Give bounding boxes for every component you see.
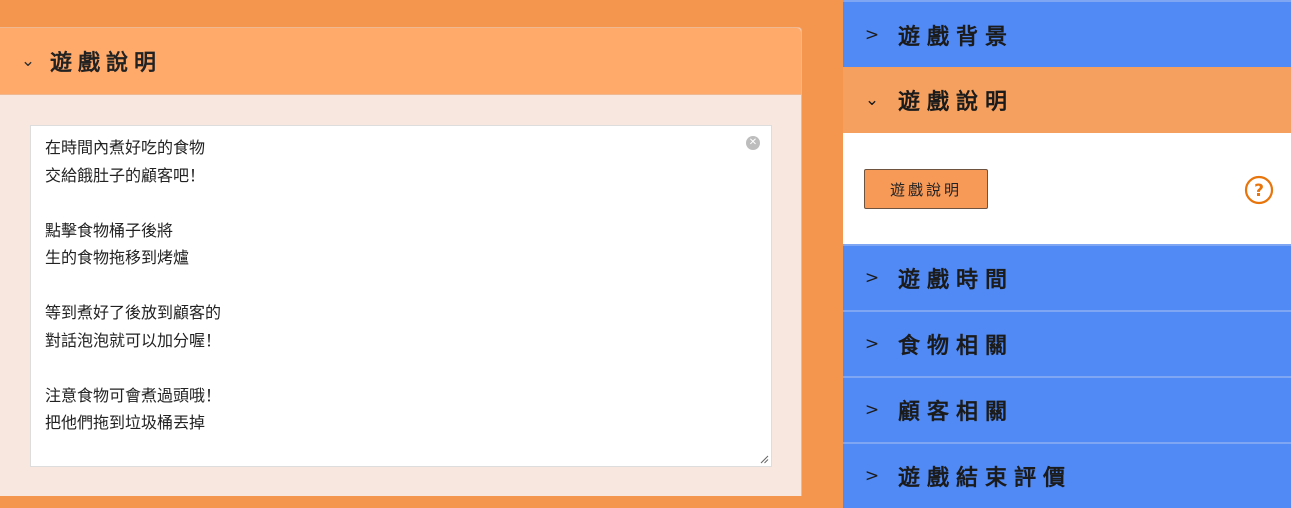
question-circle-icon[interactable]: ? <box>1244 175 1274 205</box>
chevron-down-icon: ⌄ <box>20 51 36 71</box>
textarea-value: 在時間內煮好吃的食物 交給餓肚子的顧客吧！ 點擊食物桶子後將 生的食物拖移到烤爐… <box>45 138 222 432</box>
sidebar-item-background[interactable]: > 遊戲背景 <box>843 0 1291 67</box>
sidebar-item-label: 遊戲時間 <box>898 268 1015 293</box>
instructions-textarea[interactable]: 在時間內煮好吃的食物 交給餓肚子的顧客吧！ 點擊食物桶子後將 生的食物拖移到烤爐… <box>30 125 772 467</box>
sidebar-item-customers[interactable]: > 顧客相關 <box>843 376 1291 442</box>
chevron-right-icon: > <box>864 268 880 288</box>
chevron-right-icon: > <box>864 24 880 45</box>
panel-header[interactable]: ⌄ 遊戲說明 <box>0 28 801 95</box>
svg-text:?: ? <box>1254 181 1264 201</box>
sidebar-item-label: 遊戲背景 <box>898 24 1015 50</box>
sidebar-item-instructions[interactable]: ⌄ 遊戲說明 <box>843 67 1291 133</box>
sidebar-item-label: 顧客相關 <box>898 400 1015 425</box>
chevron-right-icon: > <box>864 334 880 354</box>
instructions-panel: ⌄ 遊戲說明 在時間內煮好吃的食物 交給餓肚子的顧客吧！ 點擊食物桶子後將 生的… <box>0 27 802 496</box>
sidebar-item-label: 食物相關 <box>898 334 1015 359</box>
resize-handle-icon[interactable] <box>760 455 769 464</box>
sidebar-item-label: 遊戲說明 <box>898 90 1015 115</box>
sidebar-item-end-rating[interactable]: > 遊戲結束評價 <box>843 442 1291 508</box>
sidebar-item-food[interactable]: > 食物相關 <box>843 310 1291 376</box>
sidebar-item-label: 遊戲結束評價 <box>898 466 1073 491</box>
chevron-right-icon: > <box>864 400 880 420</box>
instructions-button[interactable]: 遊戲說明 <box>864 169 988 209</box>
chevron-right-icon: > <box>864 466 880 486</box>
sidebar-item-time[interactable]: > 遊戲時間 <box>843 244 1291 310</box>
close-circle-icon[interactable]: ✕ <box>746 136 760 150</box>
chevron-down-icon: ⌄ <box>864 90 880 110</box>
sidebar: > 遊戲背景 ⌄ 遊戲說明 遊戲說明 ? > 遊戲時間 > 食物相關 > 顧客相… <box>843 0 1291 508</box>
panel-title: 遊戲說明 <box>50 51 163 76</box>
sidebar-expanded-body: 遊戲說明 ? <box>843 133 1291 244</box>
